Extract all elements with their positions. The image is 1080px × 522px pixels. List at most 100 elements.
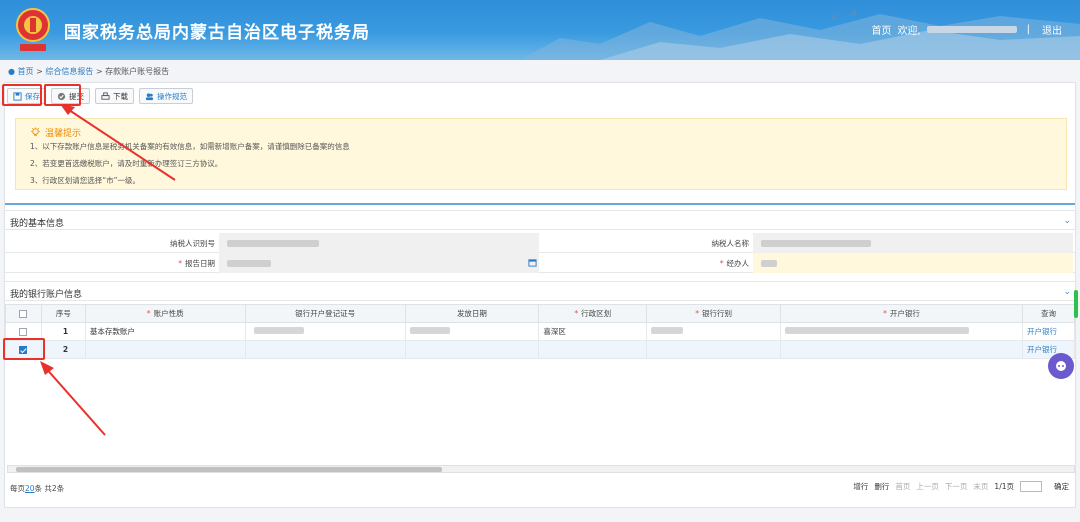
- chat-assistant-icon[interactable]: [1048, 353, 1074, 379]
- annotation-box-save: [2, 84, 42, 106]
- select-all-checkbox[interactable]: [19, 310, 28, 318]
- header-user-area: 首页 欢迎, | 退出: [871, 22, 1062, 37]
- opening-bank-cell[interactable]: [780, 340, 1023, 359]
- handler-label: * 经办人: [719, 258, 749, 268]
- guide-button[interactable]: 操作规范: [139, 88, 193, 104]
- col-header-label: 查询: [1041, 309, 1056, 318]
- breadcrumb-report[interactable]: 综合信息报告: [45, 67, 93, 76]
- row-checkbox[interactable]: [19, 328, 28, 336]
- bank-type-cell[interactable]: [646, 340, 782, 359]
- query-cell[interactable]: 开户银行: [1022, 322, 1075, 341]
- lightbulb-icon: [30, 127, 41, 136]
- opening-bank-cell[interactable]: [780, 322, 1023, 341]
- calendar-icon[interactable]: [528, 258, 537, 267]
- col-header-label: 账户性质: [153, 309, 184, 318]
- col-header: * 行政区划: [538, 304, 648, 323]
- basic-info-header[interactable]: 我的基本信息 ⌄: [5, 210, 1075, 230]
- breadcrumb: ● 首页 > 综合信息报告 > 存款账户账号报告: [8, 66, 169, 77]
- tips-box: 温馨提示 1、以下存款账户信息是税务机关备案的有效信息，如需新增账户备案，请谨慎…: [15, 118, 1067, 190]
- tax-bureau-emblem: [16, 8, 50, 51]
- required-mark: *: [695, 309, 700, 318]
- tips-line-3: 3、行政区划请您选择“市”一级。: [30, 176, 141, 185]
- table-row[interactable]: 2 开户银行: [5, 340, 1075, 359]
- account-type-cell[interactable]: 基本存款账户: [84, 322, 246, 341]
- welcome-text: 欢迎,: [897, 26, 921, 37]
- handler-field[interactable]: [753, 253, 1073, 273]
- query-link[interactable]: 开户银行: [1027, 345, 1057, 354]
- bank-account-table: 序号 * 账户性质 银行开户登记证号 发放日期 * 行政区划 * 银行行别 * 开户银行…: [5, 304, 1075, 359]
- site-header: 国家税务总局内蒙古自治区电子税务局 首页 欢迎, | 退出: [0, 0, 1080, 60]
- row-number: 1: [40, 322, 86, 341]
- select-all-cell[interactable]: [5, 304, 42, 323]
- region-cell[interactable]: [538, 340, 648, 359]
- breadcrumb-current: 存款账户账号报告: [105, 67, 170, 76]
- guide-label: 操作规范: [157, 91, 187, 101]
- col-header-label: 序号: [55, 309, 71, 318]
- horizontal-scrollbar[interactable]: [7, 465, 1075, 473]
- tips-line-2: 2、若变更首选缴税账户，请及时重新办理签订三方协议。: [30, 159, 223, 168]
- logout-link[interactable]: 退出: [1042, 22, 1062, 37]
- add-row-button[interactable]: 增行: [853, 481, 868, 492]
- col-header-label: 行政区划: [581, 309, 612, 318]
- col-header-label: 银行行别: [702, 309, 733, 318]
- taxpayer-id-label: 纳税人识别号: [170, 238, 215, 248]
- pager: 每页20条 共2条 增行 删行 首页 上一页 下一页 末页 1/1页 确定: [5, 479, 1075, 497]
- bank-info-title: 我的银行账户信息: [10, 290, 83, 300]
- license-no-cell[interactable]: [244, 322, 406, 341]
- issue-date-cell[interactable]: [404, 340, 540, 359]
- first-page-button[interactable]: 首页: [895, 481, 910, 492]
- report-date-field[interactable]: [219, 253, 539, 273]
- pager-summary: 每页20条 共2条: [10, 484, 65, 493]
- col-header-label: 发放日期: [456, 309, 487, 318]
- tips-title-text: 温馨提示: [45, 129, 82, 139]
- chevron-down-icon[interactable]: ⌄: [1063, 287, 1071, 297]
- header-separator: |: [1026, 24, 1030, 35]
- col-header: * 银行行别: [646, 304, 782, 323]
- per-page-link[interactable]: 20: [25, 484, 35, 493]
- col-header: 银行开户登记证号: [244, 304, 406, 323]
- query-link[interactable]: 开户银行: [1027, 327, 1057, 336]
- table-header-row: 序号 * 账户性质 银行开户登记证号 发放日期 * 行政区划 * 银行行别 * 开户银行…: [5, 304, 1075, 323]
- license-no-cell[interactable]: [244, 340, 406, 359]
- page-info: 1/1页: [994, 482, 1014, 491]
- breadcrumb-sep: >: [36, 67, 43, 76]
- chevron-down-icon[interactable]: ⌄: [1063, 216, 1071, 226]
- annotation-box-checkbox: [3, 338, 45, 360]
- next-page-button[interactable]: 下一页: [945, 481, 968, 492]
- taxpayer-name-label: 纳税人名称: [711, 238, 750, 248]
- table-row[interactable]: 1 基本存款账户 喜深区 开户银行: [5, 322, 1075, 341]
- col-header: * 账户性质: [84, 304, 246, 323]
- col-header: 序号: [40, 304, 86, 323]
- users-icon: [145, 92, 154, 100]
- required-mark: *: [146, 309, 151, 318]
- annotation-box-submit: [44, 84, 81, 106]
- divider: [5, 203, 1075, 205]
- col-header: * 开户银行: [780, 304, 1023, 323]
- issue-date-cell[interactable]: [404, 322, 540, 341]
- side-scroll-indicator: [1074, 290, 1078, 318]
- scrollbar-thumb[interactable]: [16, 467, 442, 472]
- account-type-cell[interactable]: [84, 340, 246, 359]
- col-header: 查询: [1022, 304, 1075, 323]
- main-panel: 保存 提交 下载 操作规范 温馨提示 1、以下存款账户信息是税务机关备案的有效信…: [4, 82, 1076, 508]
- basic-info-title: 我的基本信息: [10, 219, 65, 229]
- bank-info-header[interactable]: 我的银行账户信息 ⌄: [5, 281, 1075, 301]
- location-pin-icon: ●: [8, 67, 15, 76]
- page-number-input[interactable]: [1020, 481, 1042, 492]
- form-row-2: * 报告日期 * 经办人: [5, 253, 1075, 273]
- breadcrumb-home[interactable]: 首页: [18, 67, 34, 76]
- bank-type-cell[interactable]: [646, 322, 782, 341]
- chat-icon: [1056, 361, 1066, 371]
- home-link[interactable]: 首页: [871, 22, 891, 37]
- region-cell[interactable]: 喜深区: [538, 322, 648, 341]
- last-page-button[interactable]: 末页: [973, 481, 988, 492]
- site-title: 国家税务总局内蒙古自治区电子税务局: [64, 23, 370, 43]
- confirm-page-button[interactable]: 确定: [1054, 481, 1069, 492]
- download-button[interactable]: 下载: [95, 88, 134, 104]
- form-row-1: 纳税人识别号 纳税人名称: [5, 233, 1075, 253]
- delete-row-button[interactable]: 删行: [874, 481, 889, 492]
- breadcrumb-sep: >: [95, 67, 103, 76]
- download-label: 下载: [113, 91, 128, 101]
- tips-title: 温馨提示: [30, 126, 81, 139]
- prev-page-button[interactable]: 上一页: [916, 481, 939, 492]
